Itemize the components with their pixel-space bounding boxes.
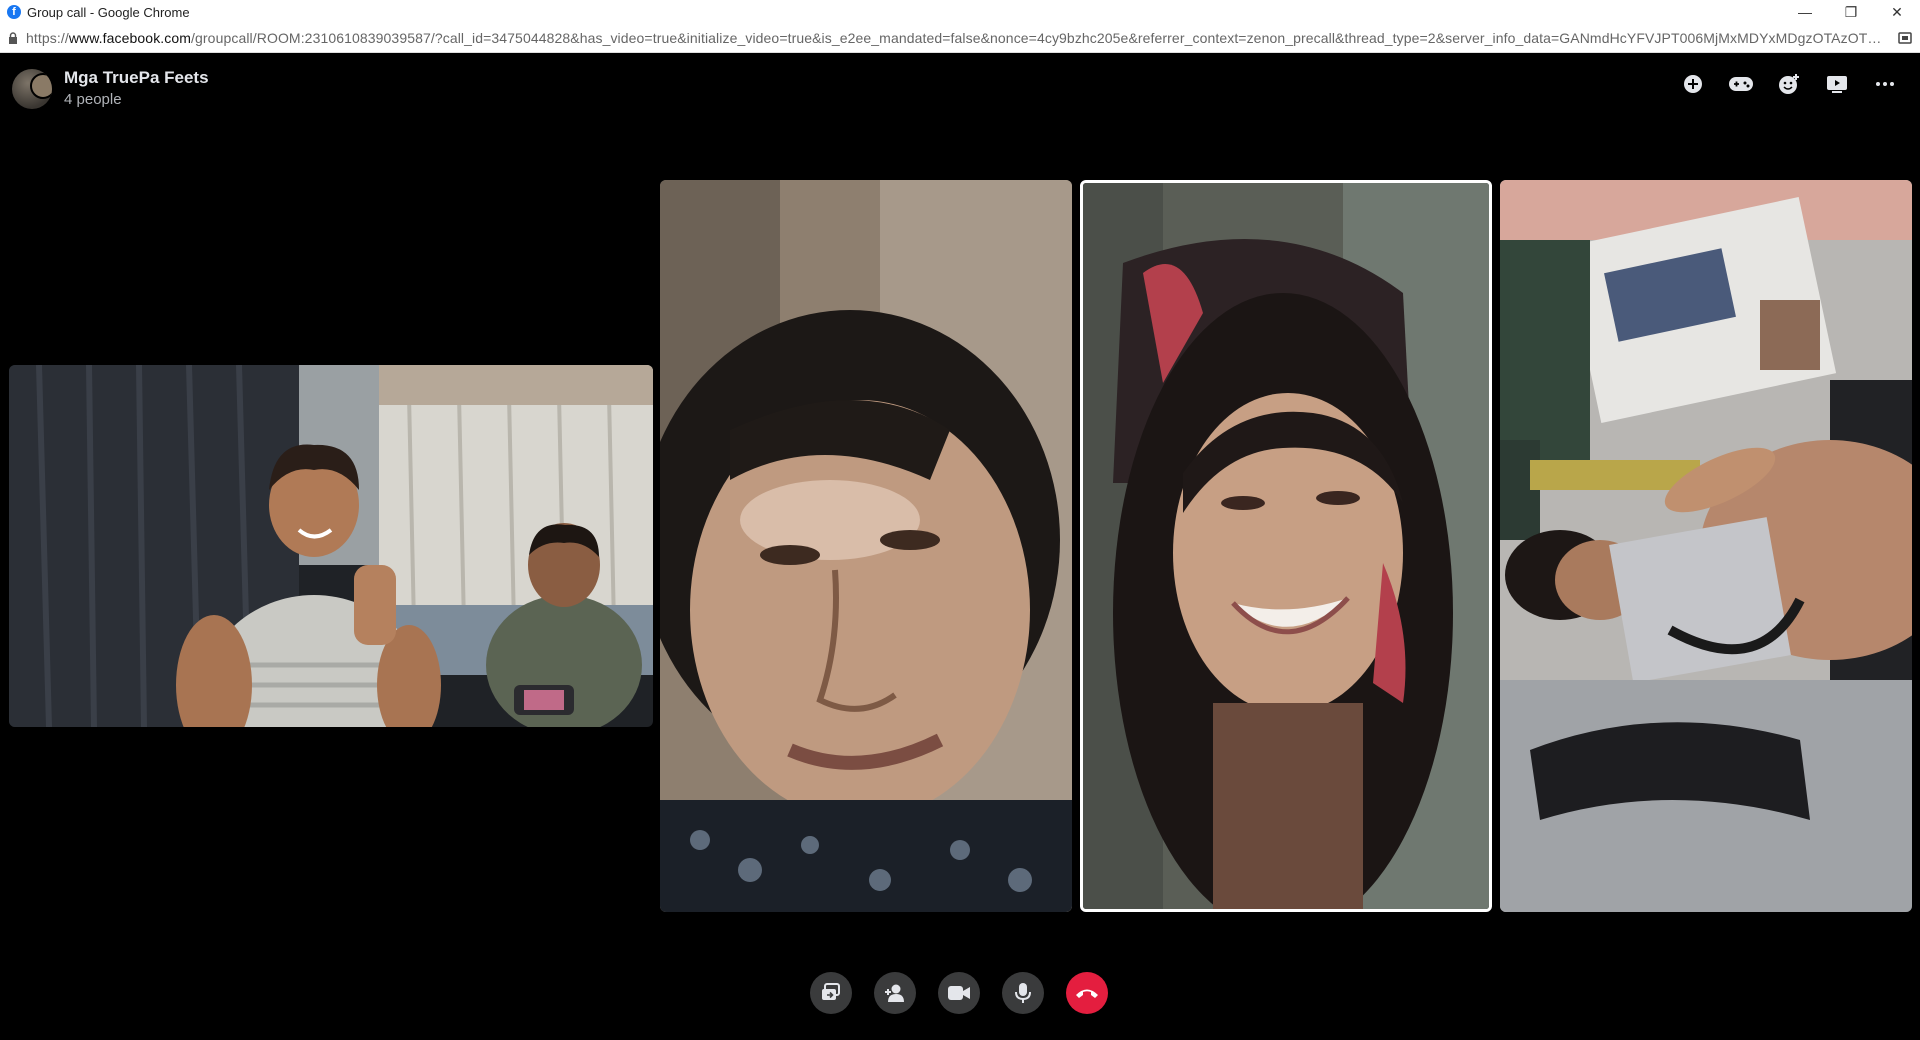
- share-screen-icon[interactable]: [810, 972, 852, 1014]
- call-controls: [810, 972, 1108, 1014]
- add-person-icon[interactable]: [874, 972, 916, 1014]
- call-header: Mga TruePa Feets 4 people: [0, 53, 1920, 123]
- participant-video-1[interactable]: [9, 365, 653, 727]
- window-title: Group call - Google Chrome: [27, 4, 190, 20]
- participant-video-4[interactable]: [1500, 180, 1912, 912]
- end-call-icon[interactable]: [1066, 972, 1108, 1014]
- add-icon[interactable]: [1676, 67, 1710, 101]
- participant-video-2[interactable]: [660, 180, 1072, 912]
- group-name[interactable]: Mga TruePa Feets: [64, 68, 209, 88]
- group-avatar[interactable]: [12, 69, 52, 109]
- cast-icon[interactable]: [1890, 32, 1920, 44]
- more-icon[interactable]: [1868, 67, 1902, 101]
- url-text[interactable]: https://www.facebook.com/groupcall/ROOM:…: [26, 30, 1890, 46]
- browser-title-bar: f Group call - Google Chrome — ❐ ✕: [0, 0, 1920, 24]
- participant-count: 4 people: [64, 91, 122, 108]
- lock-icon[interactable]: [0, 32, 26, 44]
- video-camera-icon[interactable]: [938, 972, 980, 1014]
- facebook-favicon-icon: f: [7, 5, 21, 19]
- games-icon[interactable]: [1724, 67, 1758, 101]
- restore-icon[interactable]: ❐: [1828, 0, 1874, 24]
- microphone-icon[interactable]: [1002, 972, 1044, 1014]
- address-bar[interactable]: https://www.facebook.com/groupcall/ROOM:…: [0, 24, 1920, 53]
- participant-video-3[interactable]: [1080, 180, 1492, 912]
- close-icon[interactable]: ✕: [1874, 0, 1920, 24]
- effects-icon[interactable]: [1772, 67, 1806, 101]
- header-actions: [1676, 67, 1902, 101]
- watch-together-icon[interactable]: [1820, 67, 1854, 101]
- minimize-icon[interactable]: —: [1782, 0, 1828, 24]
